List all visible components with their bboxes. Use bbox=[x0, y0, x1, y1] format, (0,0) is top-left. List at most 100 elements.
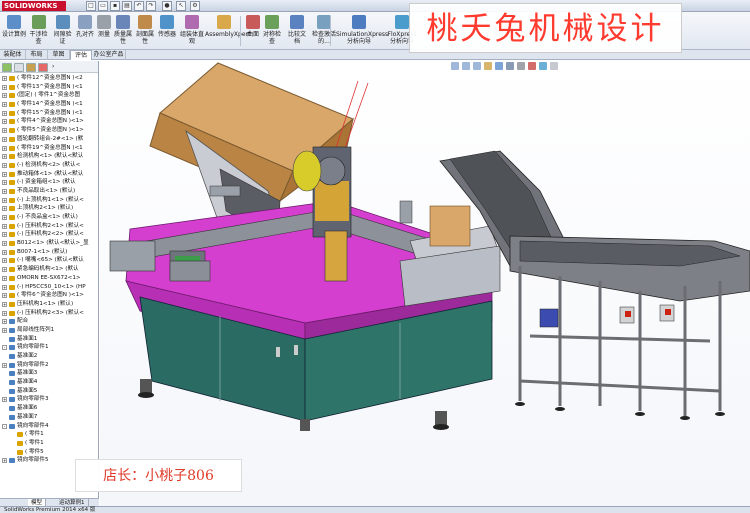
expand-icon[interactable]: + bbox=[2, 232, 7, 238]
tree-node[interactable]: + ( 零件19^资金总图N )<1 bbox=[0, 144, 99, 153]
tree-node[interactable]: + 镜向零部件3 bbox=[0, 395, 99, 404]
expand-icon[interactable]: + bbox=[2, 249, 7, 255]
configuration-icon[interactable] bbox=[26, 63, 36, 72]
collapse-arrow-icon[interactable]: › bbox=[52, 63, 60, 72]
ribbon-button-1[interactable]: 设计算例 bbox=[2, 14, 26, 48]
select-icon[interactable]: ↖ bbox=[176, 1, 186, 11]
expand-icon[interactable]: + bbox=[2, 223, 7, 229]
expand-icon[interactable]: + bbox=[2, 154, 7, 160]
expand-icon[interactable]: + bbox=[2, 293, 7, 299]
ribbon-button-13[interactable]: 比较文档 bbox=[286, 14, 308, 48]
tree-node[interactable]: + OMORN EE-SX672<1> bbox=[0, 274, 99, 283]
options-icon[interactable]: ⚙ bbox=[190, 1, 200, 11]
new-file-icon[interactable]: □ bbox=[86, 1, 96, 11]
tree-node[interactable]: + (-) 压料机构2<1> (默认< bbox=[0, 222, 99, 231]
expand-icon[interactable]: + bbox=[2, 458, 7, 464]
expand-icon[interactable]: + bbox=[2, 197, 7, 203]
section-view-icon[interactable] bbox=[484, 62, 492, 70]
apply-scene-icon[interactable] bbox=[539, 62, 547, 70]
tree-node[interactable]: - 镜向零部件4 bbox=[0, 422, 99, 431]
tree-node[interactable]: + (-) 压料机构2<2> (默认< bbox=[0, 230, 99, 239]
expand-icon[interactable]: + bbox=[2, 76, 7, 81]
rebuild-icon[interactable]: ● bbox=[162, 1, 172, 11]
tree-node[interactable]: 基准面7 bbox=[0, 413, 99, 422]
tree-node[interactable]: + 检测机构<1> (默认<默认 bbox=[0, 152, 99, 161]
expand-icon[interactable]: + bbox=[2, 162, 7, 168]
open-file-icon[interactable]: ▭ bbox=[98, 1, 108, 11]
feature-tree-icon[interactable] bbox=[2, 63, 12, 72]
ribbon-button-6[interactable]: 质量属性 bbox=[112, 14, 134, 48]
expand-icon[interactable]: + bbox=[2, 267, 7, 273]
expand-icon[interactable]: + bbox=[2, 258, 7, 264]
expand-icon[interactable]: + bbox=[2, 171, 7, 177]
assembly-model[interactable] bbox=[100, 61, 750, 506]
tree-node[interactable]: + ( 零件4^资金总图N )<1> bbox=[0, 117, 99, 126]
tree-node[interactable]: + (-) 上顶机构1<1> (默认< bbox=[0, 196, 99, 205]
property-manager-icon[interactable] bbox=[14, 63, 24, 72]
tree-node[interactable]: + ( 零件13^资金总图N )<1 bbox=[0, 83, 99, 92]
expand-icon[interactable]: + bbox=[2, 93, 7, 99]
expand-icon[interactable]: + bbox=[2, 215, 7, 220]
tree-node[interactable]: ( 零件5 bbox=[0, 448, 99, 457]
expand-icon[interactable]: + bbox=[2, 301, 7, 307]
expand-icon[interactable]: + bbox=[2, 275, 7, 281]
tree-node[interactable]: 基准面5 bbox=[0, 387, 99, 396]
tree-node[interactable]: + 上顶机构2<1> (默认) bbox=[0, 204, 99, 213]
ribbon-button-10[interactable]: AssemblyXpert bbox=[205, 14, 250, 48]
expand-icon[interactable]: + bbox=[2, 136, 7, 142]
tab-3[interactable]: 草图 bbox=[48, 50, 70, 60]
expand-icon[interactable]: + bbox=[2, 84, 7, 90]
expand-icon[interactable]: + bbox=[2, 188, 7, 194]
expand-icon[interactable]: + bbox=[2, 397, 7, 403]
tree-node[interactable]: + 镜向零部件2 bbox=[0, 361, 99, 370]
expand-icon[interactable]: + bbox=[2, 145, 7, 151]
tree-node[interactable]: + B007-1<1> (默认) bbox=[0, 248, 99, 257]
previous-view-icon[interactable] bbox=[473, 62, 481, 70]
graphics-viewport[interactable] bbox=[100, 61, 750, 506]
tree-node[interactable]: + (-) 检测机构<2> (默认< bbox=[0, 161, 99, 170]
ribbon-button-9[interactable]: 组装体直观 bbox=[180, 14, 204, 48]
zoom-area-icon[interactable] bbox=[462, 62, 470, 70]
tree-node[interactable]: + ( 零件5^资金总图N )<1> bbox=[0, 126, 99, 135]
hide-show-icon[interactable] bbox=[517, 62, 525, 70]
expand-icon[interactable]: + bbox=[2, 206, 7, 212]
tree-node[interactable]: ( 零件1 bbox=[0, 430, 99, 439]
print-icon[interactable]: ▤ bbox=[122, 1, 132, 11]
tree-node[interactable]: + (-) 不良品盒<1> (默认) bbox=[0, 213, 99, 222]
view-settings-icon[interactable] bbox=[550, 62, 558, 70]
view-orientation-icon[interactable] bbox=[495, 62, 503, 70]
ribbon-button-12[interactable]: 对称检查 bbox=[262, 14, 282, 48]
tab-4[interactable]: 评估 bbox=[70, 50, 92, 60]
expand-icon[interactable]: + bbox=[2, 119, 7, 125]
tree-node[interactable]: - 镜向零部件1 bbox=[0, 343, 99, 352]
undo-icon[interactable]: ↶ bbox=[134, 1, 144, 11]
ribbon-button-8[interactable]: 传感器 bbox=[156, 14, 178, 48]
tree-node[interactable]: + 压料机构1<1> (默认) bbox=[0, 300, 99, 309]
expand-icon[interactable]: + bbox=[2, 319, 7, 325]
tree-node[interactable]: + 推动箱体<1> (默认<默认 bbox=[0, 170, 99, 179]
tree-node[interactable]: + ( 零件12^资金总图N )<2 bbox=[0, 74, 99, 83]
redo-icon[interactable]: ↷ bbox=[146, 1, 156, 11]
ribbon-button-7[interactable]: 剖面属性 bbox=[135, 14, 155, 48]
ribbon-button-11[interactable]: 曲面 bbox=[246, 14, 260, 48]
tree-node[interactable]: + (-) HP5CC50_10<1> (HP bbox=[0, 283, 99, 292]
expand-icon[interactable]: + bbox=[2, 128, 7, 134]
tree-node[interactable]: + (-) 压料机构2<3> (默认< bbox=[0, 309, 99, 318]
expand-icon[interactable]: + bbox=[2, 310, 7, 316]
expand-icon[interactable]: + bbox=[2, 180, 7, 186]
appearance-icon[interactable] bbox=[38, 63, 48, 72]
display-style-icon[interactable] bbox=[506, 62, 514, 70]
tree-node[interactable]: ( 零件1 bbox=[0, 439, 99, 448]
expand-icon[interactable]: + bbox=[2, 362, 7, 368]
tree-node[interactable]: + (-) 嘴嘴<65> (默认<默认 bbox=[0, 256, 99, 265]
ribbon-button-14[interactable]: 检查激活的... bbox=[312, 14, 336, 48]
expand-icon[interactable]: + bbox=[2, 110, 7, 116]
tab-1[interactable]: 装配体 bbox=[0, 50, 26, 60]
tree-node[interactable]: + 配合 bbox=[0, 317, 99, 326]
edit-appearance-icon[interactable] bbox=[528, 62, 536, 70]
collapse-icon[interactable]: - bbox=[2, 423, 7, 429]
tree-node[interactable]: 基准面3 bbox=[0, 369, 99, 378]
collapse-icon[interactable]: - bbox=[2, 345, 7, 351]
ribbon-button-15[interactable]: SimulationXpress 分析向导 bbox=[336, 14, 388, 48]
ribbon-button-5[interactable]: 测量 bbox=[97, 14, 111, 48]
